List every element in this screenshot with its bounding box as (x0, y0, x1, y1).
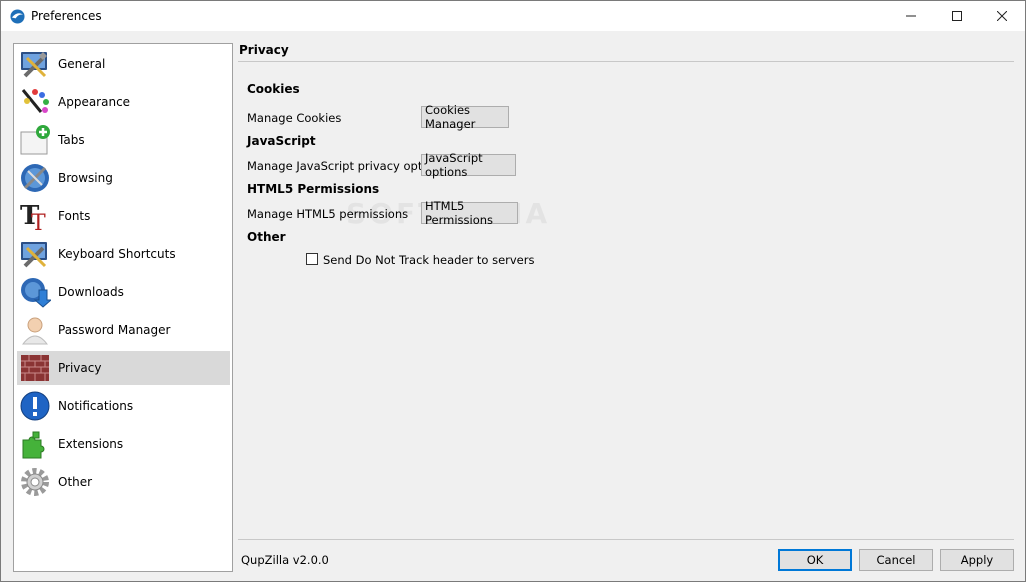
sidebar-item-label: Other (58, 475, 93, 489)
sidebar-item-notifications[interactable]: Notifications (17, 389, 230, 423)
privacy-wall-icon (21, 355, 49, 381)
do-not-track-label[interactable]: Send Do Not Track header to servers (323, 253, 534, 267)
sidebar-item-browsing[interactable]: Browsing (17, 161, 230, 195)
other-heading: Other (247, 230, 286, 244)
footer-divider (238, 539, 1014, 540)
svg-text:T: T (31, 211, 46, 232)
manage-cookies-label: Manage Cookies (247, 111, 342, 125)
sidebar-item-label: Notifications (58, 399, 134, 413)
downloads-icon (21, 278, 51, 308)
sidebar-item-privacy[interactable]: Privacy (17, 351, 230, 385)
ok-button[interactable]: OK (778, 549, 852, 571)
sidebar-item-downloads[interactable]: Downloads (17, 275, 230, 309)
maximize-icon (952, 11, 962, 21)
extensions-puzzle-icon (22, 431, 45, 459)
manage-html5-label: Manage HTML5 permissions (247, 207, 409, 221)
title-bar[interactable]: Preferences (1, 1, 1025, 31)
minimize-icon (906, 15, 916, 17)
html5-permissions-button[interactable]: HTML5 Permissions (421, 199, 518, 227)
sidebar-item-tabs[interactable]: Tabs (17, 123, 230, 157)
sidebar-item-extensions[interactable]: Extensions (17, 427, 230, 461)
sidebar-item-label: Appearance (58, 95, 131, 109)
sidebar-item-appearance[interactable]: Appearance (17, 85, 230, 119)
general-settings-icon (21, 52, 47, 78)
close-icon (997, 11, 1007, 21)
do-not-track-checkbox[interactable] (306, 253, 318, 265)
password-manager-icon (21, 317, 49, 345)
sidebar-item-keyboard-shortcuts[interactable]: Keyboard Shortcuts (17, 237, 230, 271)
sidebar-item-label: Extensions (58, 437, 124, 451)
window-title: Preferences (31, 9, 102, 23)
preferences-window: Preferences General Appearance Tabs Brow… (0, 0, 1026, 582)
other-gear-icon (21, 468, 49, 496)
appearance-palette-icon (21, 89, 49, 113)
keyboard-shortcuts-icon (21, 242, 47, 268)
manage-javascript-label: Manage JavaScript privacy options (247, 159, 446, 173)
minimize-button[interactable] (888, 1, 934, 31)
title-divider (238, 61, 1014, 62)
sidebar-item-label: Tabs (58, 133, 85, 147)
maximize-button[interactable] (934, 1, 980, 31)
javascript-heading: JavaScript (247, 134, 316, 148)
close-button[interactable] (979, 1, 1025, 31)
page-title: Privacy (239, 43, 289, 57)
sidebar-item-label: General (58, 57, 106, 71)
cancel-button[interactable]: Cancel (859, 549, 933, 571)
apply-button[interactable]: Apply (940, 549, 1014, 571)
sidebar-item-label: Downloads (58, 285, 124, 299)
sidebar-item-label: Password Manager (58, 323, 171, 337)
notifications-icon (20, 391, 50, 421)
fonts-icon: T T (20, 201, 46, 232)
sidebar-item-label: Privacy (58, 361, 102, 375)
qupzilla-app-icon (10, 9, 25, 24)
cookies-heading: Cookies (247, 82, 300, 96)
cookies-manager-button[interactable]: Cookies Manager (421, 103, 509, 131)
tabs-add-icon (20, 125, 50, 155)
preferences-sidebar: General Appearance Tabs Browsing T T Fon… (13, 43, 233, 572)
sidebar-item-label: Browsing (58, 171, 113, 185)
sidebar-item-label: Keyboard Shortcuts (58, 247, 176, 261)
sidebar-item-general[interactable]: General (17, 47, 230, 81)
sidebar-item-other[interactable]: Other (17, 465, 230, 499)
version-label: QupZilla v2.0.0 (241, 553, 329, 567)
browsing-globe-icon (21, 164, 49, 192)
sidebar-item-password-manager[interactable]: Password Manager (17, 313, 230, 347)
sidebar-item-label: Fonts (58, 209, 91, 223)
javascript-options-button[interactable]: JavaScript options (421, 151, 516, 179)
sidebar-item-fonts[interactable]: T T Fonts (17, 199, 230, 233)
html5-permissions-heading: HTML5 Permissions (247, 182, 380, 196)
